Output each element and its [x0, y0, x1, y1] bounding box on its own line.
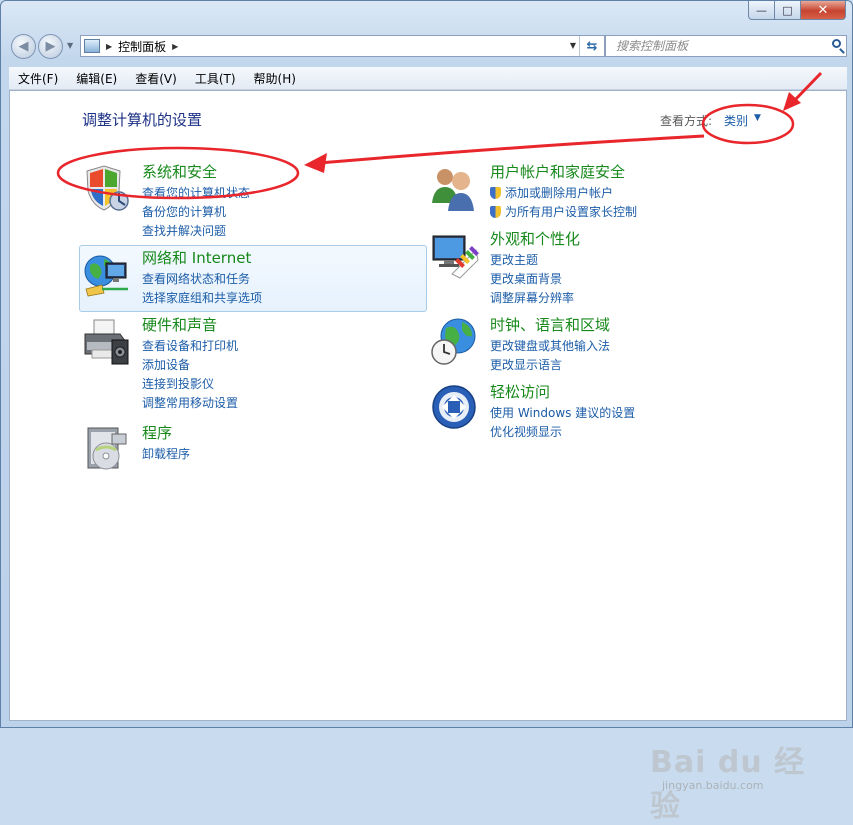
category-title[interactable]: 外观和个性化: [490, 228, 580, 249]
link-display-language[interactable]: 更改显示语言: [490, 356, 610, 375]
navigation-bar: ◀ ▶ ▼ ▶ 控制面板 ▶ ▼ ⇆: [9, 33, 847, 61]
menu-help[interactable]: 帮助(H): [245, 70, 305, 87]
page-title: 调整计算机的设置: [82, 111, 203, 129]
category-title[interactable]: 网络和 Internet: [142, 247, 251, 268]
view-by-chevron-down-icon[interactable]: ▼: [754, 113, 761, 123]
clock-globe-icon: [431, 318, 476, 365]
search-box[interactable]: [605, 35, 847, 57]
menu-tools[interactable]: 工具(T): [186, 70, 245, 87]
address-bar[interactable]: ▶ 控制面板 ▶ ▼ ⇆: [80, 35, 605, 57]
link-screen-resolution[interactable]: 调整屏幕分辨率: [490, 289, 574, 308]
link-find-fix-problems[interactable]: 查找并解决问题: [142, 222, 250, 241]
watermark-url: jingyan.baidu.com: [662, 779, 764, 792]
view-by-label: 查看方式:: [660, 114, 713, 128]
control-panel-icon: [84, 39, 100, 53]
link-windows-suggested-settings[interactable]: 使用 Windows 建议的设置: [490, 404, 635, 423]
minimize-button[interactable]: —: [748, 1, 775, 20]
uac-shield-icon: [490, 187, 501, 199]
printer-icon: [84, 319, 129, 365]
content-pane: 调整计算机的设置 查看方式: 类别 ▼ 系统和安全 查看您的计算机状态 备份您的…: [9, 90, 847, 824]
link-add-remove-accounts[interactable]: 添加或删除用户帐户: [490, 184, 637, 203]
address-dropdown-icon[interactable]: ▼: [570, 41, 576, 50]
programs-icon: [87, 427, 127, 470]
link-view-network-status[interactable]: 查看网络状态和任务: [142, 270, 262, 289]
globe-network-icon: [84, 255, 128, 297]
category-title[interactable]: 硬件和声音: [142, 314, 217, 335]
link-change-background[interactable]: 更改桌面背景: [490, 270, 574, 289]
category-title[interactable]: 系统和安全: [142, 161, 217, 182]
link-homegroup-sharing[interactable]: 选择家庭组和共享选项: [142, 289, 262, 308]
forward-arrow-icon: ▶: [45, 39, 56, 54]
control-panel-window: — □ ✕ ◀ ▶ ▼ ▶ 控制面板 ▶ ▼ ⇆ 文件(F) 编辑(E) 查看(…: [0, 0, 853, 824]
monitor-palette-icon: [432, 235, 479, 279]
category-title[interactable]: 轻松访问: [490, 381, 550, 402]
search-input[interactable]: [614, 38, 823, 54]
back-button[interactable]: ◀: [11, 34, 36, 59]
breadcrumb-separator-icon[interactable]: ▶: [106, 42, 112, 51]
link-add-device[interactable]: 添加设备: [142, 356, 238, 375]
back-arrow-icon: ◀: [18, 39, 29, 54]
maximize-button[interactable]: □: [775, 1, 801, 20]
link-optimize-video[interactable]: 优化视频显示: [490, 423, 635, 442]
shield-icon: [86, 165, 129, 211]
refresh-button[interactable]: ⇆: [579, 36, 604, 56]
category-title[interactable]: 时钟、语言和区域: [490, 314, 610, 335]
ease-of-access-icon: [432, 385, 476, 429]
search-icon[interactable]: [832, 39, 841, 48]
menu-edit[interactable]: 编辑(E): [67, 70, 126, 87]
link-connect-projector[interactable]: 连接到投影仪: [142, 375, 238, 394]
close-button[interactable]: ✕: [801, 1, 846, 20]
link-uninstall-program[interactable]: 卸载程序: [142, 445, 190, 464]
window-controls: — □ ✕: [748, 1, 846, 20]
breadcrumb-separator-icon[interactable]: ▶: [172, 42, 178, 51]
category-title[interactable]: 程序: [142, 422, 172, 443]
link-backup-computer[interactable]: 备份您的计算机: [142, 203, 250, 222]
link-view-computer-status[interactable]: 查看您的计算机状态: [142, 184, 250, 203]
uac-shield-icon: [490, 206, 501, 218]
link-change-theme[interactable]: 更改主题: [490, 251, 574, 270]
link-devices-printers[interactable]: 查看设备和打印机: [142, 337, 238, 356]
link-change-keyboard[interactable]: 更改键盘或其他输入法: [490, 337, 610, 356]
baidu-jingyan-watermark: Bai du 经验 jingyan.baidu.com: [650, 737, 830, 824]
menu-view[interactable]: 查看(V): [126, 70, 186, 87]
category-title[interactable]: 用户帐户和家庭安全: [490, 161, 625, 182]
users-icon: [432, 169, 474, 211]
breadcrumb-control-panel[interactable]: 控制面板: [118, 38, 166, 55]
link-mobility-settings[interactable]: 调整常用移动设置: [142, 394, 238, 413]
menu-file[interactable]: 文件(F): [9, 70, 67, 87]
recent-pages-dropdown[interactable]: ▼: [67, 41, 73, 50]
link-parental-controls[interactable]: 为所有用户设置家长控制: [490, 203, 637, 222]
menu-bar: 文件(F) 编辑(E) 查看(V) 工具(T) 帮助(H): [9, 67, 847, 90]
forward-button[interactable]: ▶: [38, 34, 63, 59]
view-by-dropdown[interactable]: 类别: [724, 112, 748, 129]
